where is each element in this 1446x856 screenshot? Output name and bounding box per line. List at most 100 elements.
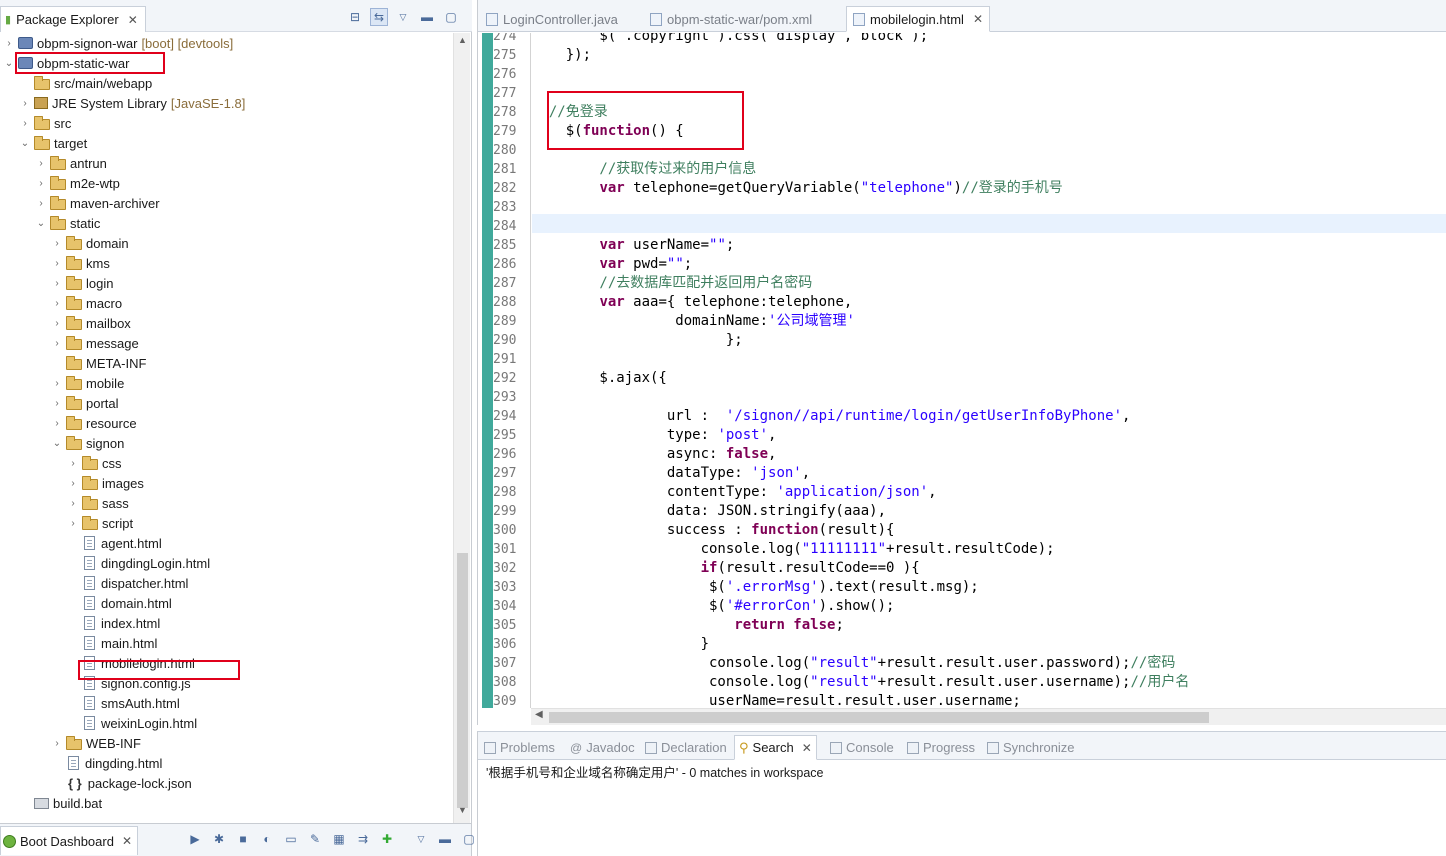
minimize-icon[interactable]: ▬ xyxy=(418,8,436,26)
package-explorer-tab[interactable]: ▮ Package Explorer ✕ xyxy=(0,6,146,32)
view-menu-icon[interactable]: ▽ xyxy=(412,830,430,848)
tree-item[interactable]: ⌄ target xyxy=(18,133,87,153)
close-icon[interactable]: ✕ xyxy=(128,13,138,27)
tree-item[interactable]: › images xyxy=(66,473,144,493)
tab-console[interactable]: Console xyxy=(826,735,898,760)
collapse-icon[interactable]: ⌄ xyxy=(34,218,48,229)
tab-progress[interactable]: Progress xyxy=(903,735,979,760)
close-icon[interactable]: ✕ xyxy=(973,12,983,26)
tree-item[interactable]: dispatcher.html xyxy=(66,573,188,593)
editor-tab-mobilelogin[interactable]: mobilelogin.html ✕ xyxy=(846,6,990,32)
tree-item[interactable]: build.bat xyxy=(18,793,102,813)
collapse-icon[interactable]: ⌄ xyxy=(50,438,64,449)
console-icon[interactable]: ▭ xyxy=(282,830,300,848)
collapse-icon[interactable]: ⌄ xyxy=(2,58,16,69)
expand-icon[interactable]: › xyxy=(50,298,64,309)
tree-item[interactable]: › login xyxy=(50,273,113,293)
boot-dashboard-tab[interactable]: Boot Dashboard ✕ xyxy=(0,826,138,855)
collapse-all-icon[interactable]: ⊟ xyxy=(346,8,364,26)
tree-item[interactable]: › message xyxy=(50,333,139,353)
maximize-icon[interactable]: ▢ xyxy=(442,8,460,26)
editor-horizontal-scrollbar[interactable]: ◀ xyxy=(531,708,1446,725)
start-icon[interactable]: ▶ xyxy=(186,830,204,848)
tree-item[interactable]: src/main/webapp xyxy=(18,73,152,93)
collapse-icon[interactable]: ⌄ xyxy=(18,138,32,149)
tree-item[interactable]: › mailbox xyxy=(50,313,131,333)
tree-item[interactable]: › JRE System Library [JavaSE-1.8] xyxy=(18,93,245,113)
tree-item[interactable]: ⌄ static xyxy=(34,213,100,233)
expand-icon[interactable]: › xyxy=(50,378,64,389)
tree-item[interactable]: › antrun xyxy=(34,153,107,173)
minimize-icon[interactable]: ▬ xyxy=(436,830,454,848)
tree-item[interactable]: agent.html xyxy=(66,533,162,553)
tree-item[interactable]: › m2e-wtp xyxy=(34,173,120,193)
tree-item[interactable]: dingdingLogin.html xyxy=(66,553,210,573)
tree-item[interactable]: main.html xyxy=(66,633,157,653)
expand-icon[interactable]: › xyxy=(34,158,48,169)
expand-icon[interactable]: › xyxy=(34,178,48,189)
expand-icon[interactable]: › xyxy=(18,98,32,109)
tree-item[interactable]: index.html xyxy=(66,613,160,633)
close-icon[interactable]: ✕ xyxy=(802,741,812,755)
tree-vertical-scrollbar[interactable]: ▲ ▼ xyxy=(453,33,470,823)
tree-item[interactable]: › macro xyxy=(50,293,122,313)
tab-declaration[interactable]: Declaration xyxy=(641,735,731,760)
debug-icon[interactable]: ✱ xyxy=(210,830,228,848)
scroll-down-icon[interactable]: ▼ xyxy=(454,805,471,815)
editor-tab-pom[interactable]: obpm-static-war/pom.xml xyxy=(644,6,818,32)
tree-item[interactable]: › maven-archiver xyxy=(34,193,160,213)
link-with-editor-icon[interactable]: ⇆ xyxy=(370,8,388,26)
tree-item[interactable]: › portal xyxy=(50,393,119,413)
stop-icon[interactable]: ■ xyxy=(234,830,252,848)
scroll-left-icon[interactable]: ◀ xyxy=(535,709,543,720)
expand-icon[interactable]: › xyxy=(50,398,64,409)
tab-search[interactable]: ⚲ Search ✕ xyxy=(734,735,817,760)
expand-icon[interactable]: › xyxy=(50,418,64,429)
tree-item[interactable]: META-INF xyxy=(50,353,146,373)
table-icon[interactable]: ▦ xyxy=(330,830,348,848)
tree-item[interactable]: weixinLogin.html xyxy=(66,713,197,733)
expand-icon[interactable]: › xyxy=(34,198,48,209)
tree-item[interactable]: › kms xyxy=(50,253,110,273)
tab-problems[interactable]: Problems xyxy=(480,735,559,760)
scroll-up-icon[interactable]: ▲ xyxy=(454,35,471,45)
tree-item[interactable]: domain.html xyxy=(66,593,172,613)
tree-item[interactable]: › script xyxy=(66,513,133,533)
tree-item[interactable]: › src xyxy=(18,113,71,133)
expand-icon[interactable]: › xyxy=(50,318,64,329)
add-icon[interactable]: ✚ xyxy=(378,830,396,848)
edit-icon[interactable]: ✎ xyxy=(306,830,324,848)
tree-item[interactable]: ⌄ signon xyxy=(50,433,124,453)
expand-icon[interactable]: › xyxy=(50,338,64,349)
scrollbar-thumb[interactable] xyxy=(549,712,1209,723)
tree-item[interactable]: › sass xyxy=(66,493,129,513)
refresh-icon[interactable]: ◐ xyxy=(258,830,276,848)
tree-item[interactable]: › css xyxy=(66,453,122,473)
view-menu-icon[interactable]: ▽ xyxy=(394,8,412,26)
expand-icon[interactable]: › xyxy=(66,518,80,529)
tab-synchronize[interactable]: Synchronize xyxy=(983,735,1079,760)
filter-icon[interactable]: ⇉ xyxy=(354,830,372,848)
tree-item[interactable]: › resource xyxy=(50,413,137,433)
tree-item[interactable]: { } package-lock.json xyxy=(50,773,192,793)
tree-item[interactable]: › WEB-INF xyxy=(50,733,141,753)
tree-item[interactable]: › domain xyxy=(50,233,129,253)
expand-icon[interactable]: › xyxy=(66,458,80,469)
editor-tab-login-controller[interactable]: LoginController.java xyxy=(480,6,624,32)
expand-icon[interactable]: › xyxy=(66,498,80,509)
expand-icon[interactable]: › xyxy=(50,738,64,749)
maximize-icon[interactable]: ▢ xyxy=(460,830,478,848)
expand-icon[interactable]: › xyxy=(66,478,80,489)
expand-icon[interactable]: › xyxy=(50,278,64,289)
tree-item[interactable]: smsAuth.html xyxy=(66,693,180,713)
expand-icon[interactable]: › xyxy=(2,38,16,49)
tree-item[interactable]: › mobile xyxy=(50,373,124,393)
tree-item[interactable]: dingding.html xyxy=(50,753,162,773)
expand-icon[interactable]: › xyxy=(50,258,64,269)
expand-icon[interactable]: › xyxy=(18,118,32,129)
tree-item[interactable]: › obpm-signon-war [boot] [devtools] xyxy=(2,33,233,53)
scrollbar-thumb[interactable] xyxy=(457,553,468,808)
tab-javadoc[interactable]: @ Javadoc xyxy=(566,735,639,760)
expand-icon[interactable]: › xyxy=(50,238,64,249)
close-icon[interactable]: ✕ xyxy=(122,834,132,848)
